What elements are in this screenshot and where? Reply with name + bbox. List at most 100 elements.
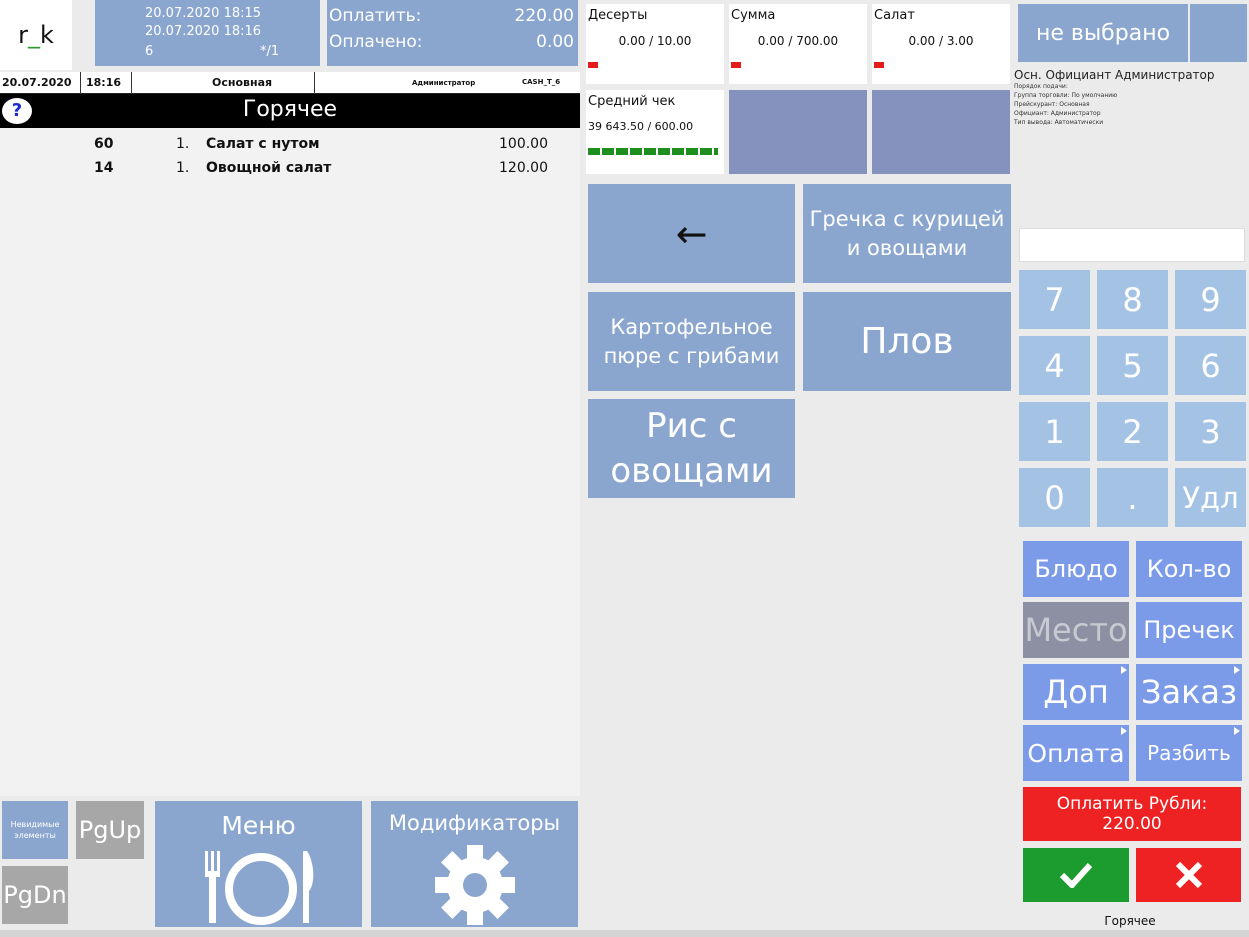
counter-progress (588, 148, 718, 155)
plate-cutlery-icon (205, 851, 314, 925)
info-line: Тип вывода: Автоматически (1014, 119, 1104, 126)
counter-value: 39 643.50 / 600.00 (588, 120, 694, 133)
extra-button[interactable]: Доп (1023, 664, 1129, 720)
key-dot[interactable]: . (1097, 468, 1168, 527)
item-qty: 1. (176, 160, 190, 176)
counter-progress (874, 62, 884, 68)
key-4[interactable]: 4 (1019, 336, 1090, 395)
order-row[interactable]: 60 1. Салат с нутом 100.00 (0, 132, 580, 156)
order-row[interactable]: 14 1. Овощной салат 120.00 (0, 156, 580, 180)
hidden-items-button[interactable]: Невидимые элементы (2, 801, 68, 859)
modifiers-label: Модификаторы (388, 811, 561, 835)
quantity-input[interactable] (1019, 228, 1245, 262)
order-list[interactable]: 60 1. Салат с нутом 100.00 14 1. Овощной… (0, 128, 580, 796)
info-line: Группа торговли: По умолчанию (1014, 92, 1118, 99)
checkmark-icon (1059, 862, 1093, 888)
order-table: 6 (145, 44, 154, 59)
precheck-button[interactable]: Пречек (1136, 602, 1242, 658)
dish-rice[interactable]: Рис с овощами (588, 399, 795, 498)
counter-progress (588, 62, 598, 68)
dish-button[interactable]: Блюдо (1023, 541, 1129, 597)
paid-label: Оплачено: (329, 32, 423, 52)
gear-icon (435, 845, 515, 925)
order-opened: 20.07.2020 18:15 (145, 6, 262, 21)
staff-line: Осн. Официант Администратор (1014, 68, 1215, 82)
counter-salad: Салат 0.00 / 3.00 (872, 4, 1010, 84)
order-button[interactable]: Заказ (1136, 664, 1242, 720)
dish-plov[interactable]: Плов (803, 292, 1011, 391)
logo-suffix: k (39, 21, 54, 49)
counter-desserts: Десерты 0.00 / 10.00 (586, 4, 724, 84)
bottom-border (0, 930, 1249, 937)
key-8[interactable]: 8 (1097, 270, 1168, 329)
counter-value: 0.00 / 3.00 (908, 34, 974, 48)
pay-rubles-button[interactable]: Оплатить Рубли: 220.00 (1023, 787, 1241, 841)
counter-progress (731, 62, 741, 68)
key-delete[interactable]: Удл (1175, 468, 1246, 527)
modifiers-button[interactable]: Модификаторы (371, 801, 578, 927)
counter-name: Средний чек (588, 94, 676, 109)
counter-avg-check: Средний чек 39 643.50 / 600.00 (586, 90, 724, 174)
side-button[interactable] (1190, 4, 1247, 62)
dish-buckwheat[interactable]: Гречка с курицей и овощами (803, 184, 1011, 283)
paid-value: 0.00 (536, 32, 574, 52)
to-pay-label: Оплатить: (329, 6, 422, 26)
order-updated: 20.07.2020 18:16 (145, 24, 262, 39)
order-info[interactable]: 20.07.2020 18:15 20.07.2020 18:16 6 */1 (95, 0, 320, 66)
cancel-button[interactable] (1136, 848, 1241, 902)
back-button[interactable]: ← (588, 184, 795, 283)
item-price: 120.00 (499, 160, 548, 176)
key-5[interactable]: 5 (1097, 336, 1168, 395)
item-price: 100.00 (499, 136, 548, 152)
empty-tile (729, 90, 867, 174)
key-9[interactable]: 9 (1175, 270, 1246, 329)
dish-mashed-potatoes[interactable]: Картофельное пюре с грибами (588, 292, 795, 391)
page-up-button[interactable]: PgUp (76, 801, 144, 859)
counter-value: 0.00 / 700.00 (757, 34, 839, 48)
key-3[interactable]: 3 (1175, 402, 1246, 461)
item-name: Салат с нутом (206, 136, 320, 152)
key-7[interactable]: 7 (1019, 270, 1090, 329)
menu-label: Меню (221, 811, 296, 840)
counter-sum: Сумма 0.00 / 700.00 (729, 4, 867, 84)
order-header: 20.07.2020 18:16 Основная Администратор … (0, 72, 580, 94)
item-qty: 1. (176, 136, 190, 152)
counter-name: Сумма (731, 8, 776, 23)
place-button[interactable]: Место (1023, 602, 1129, 658)
app-logo: r _ k (0, 0, 72, 70)
logo-underscore: _ (27, 21, 40, 49)
page-down-button[interactable]: PgDn (2, 866, 68, 924)
item-name: Овощной салат (206, 160, 332, 176)
order-station: CASH_T_6 (522, 78, 561, 86)
counter-value: 0.00 / 10.00 (618, 34, 692, 48)
category-bar: ? Горячее (0, 94, 580, 128)
payment-button[interactable]: Оплата (1023, 725, 1129, 781)
waiter-info: Осн. Официант Администратор Порядок пода… (1014, 68, 1248, 188)
info-line: Официант: Администратор (1014, 110, 1101, 117)
category-title: Горячее (242, 97, 338, 122)
split-button[interactable]: Разбить (1136, 725, 1242, 781)
item-code: 14 (94, 160, 114, 176)
order-time: 18:16 (86, 76, 122, 89)
to-pay-value: 220.00 (514, 6, 574, 26)
pay-label: Оплатить Рубли: (1056, 794, 1208, 814)
menu-button[interactable]: Меню (155, 801, 362, 927)
counter-name: Салат (874, 8, 915, 23)
info-line: Прейскурант: Основная (1014, 101, 1090, 108)
order-date: 20.07.2020 (2, 76, 72, 89)
order-user: Администратор (412, 79, 476, 87)
counter-name: Десерты (588, 8, 648, 23)
confirm-button[interactable] (1023, 848, 1129, 902)
payment-summary: Оплатить: 220.00 Оплачено: 0.00 (327, 0, 578, 66)
key-6[interactable]: 6 (1175, 336, 1246, 395)
pay-amount: 220.00 (1102, 814, 1162, 834)
logo-prefix: r (18, 21, 28, 49)
quantity-button[interactable]: Кол-во (1136, 541, 1242, 597)
empty-tile (872, 90, 1010, 174)
key-2[interactable]: 2 (1097, 402, 1168, 461)
info-line: Порядок подачи: (1014, 83, 1068, 90)
waiter-select-button[interactable]: не выбрано (1018, 4, 1188, 62)
key-1[interactable]: 1 (1019, 402, 1090, 461)
order-menu: Основная (212, 76, 273, 89)
key-0[interactable]: 0 (1019, 468, 1090, 527)
